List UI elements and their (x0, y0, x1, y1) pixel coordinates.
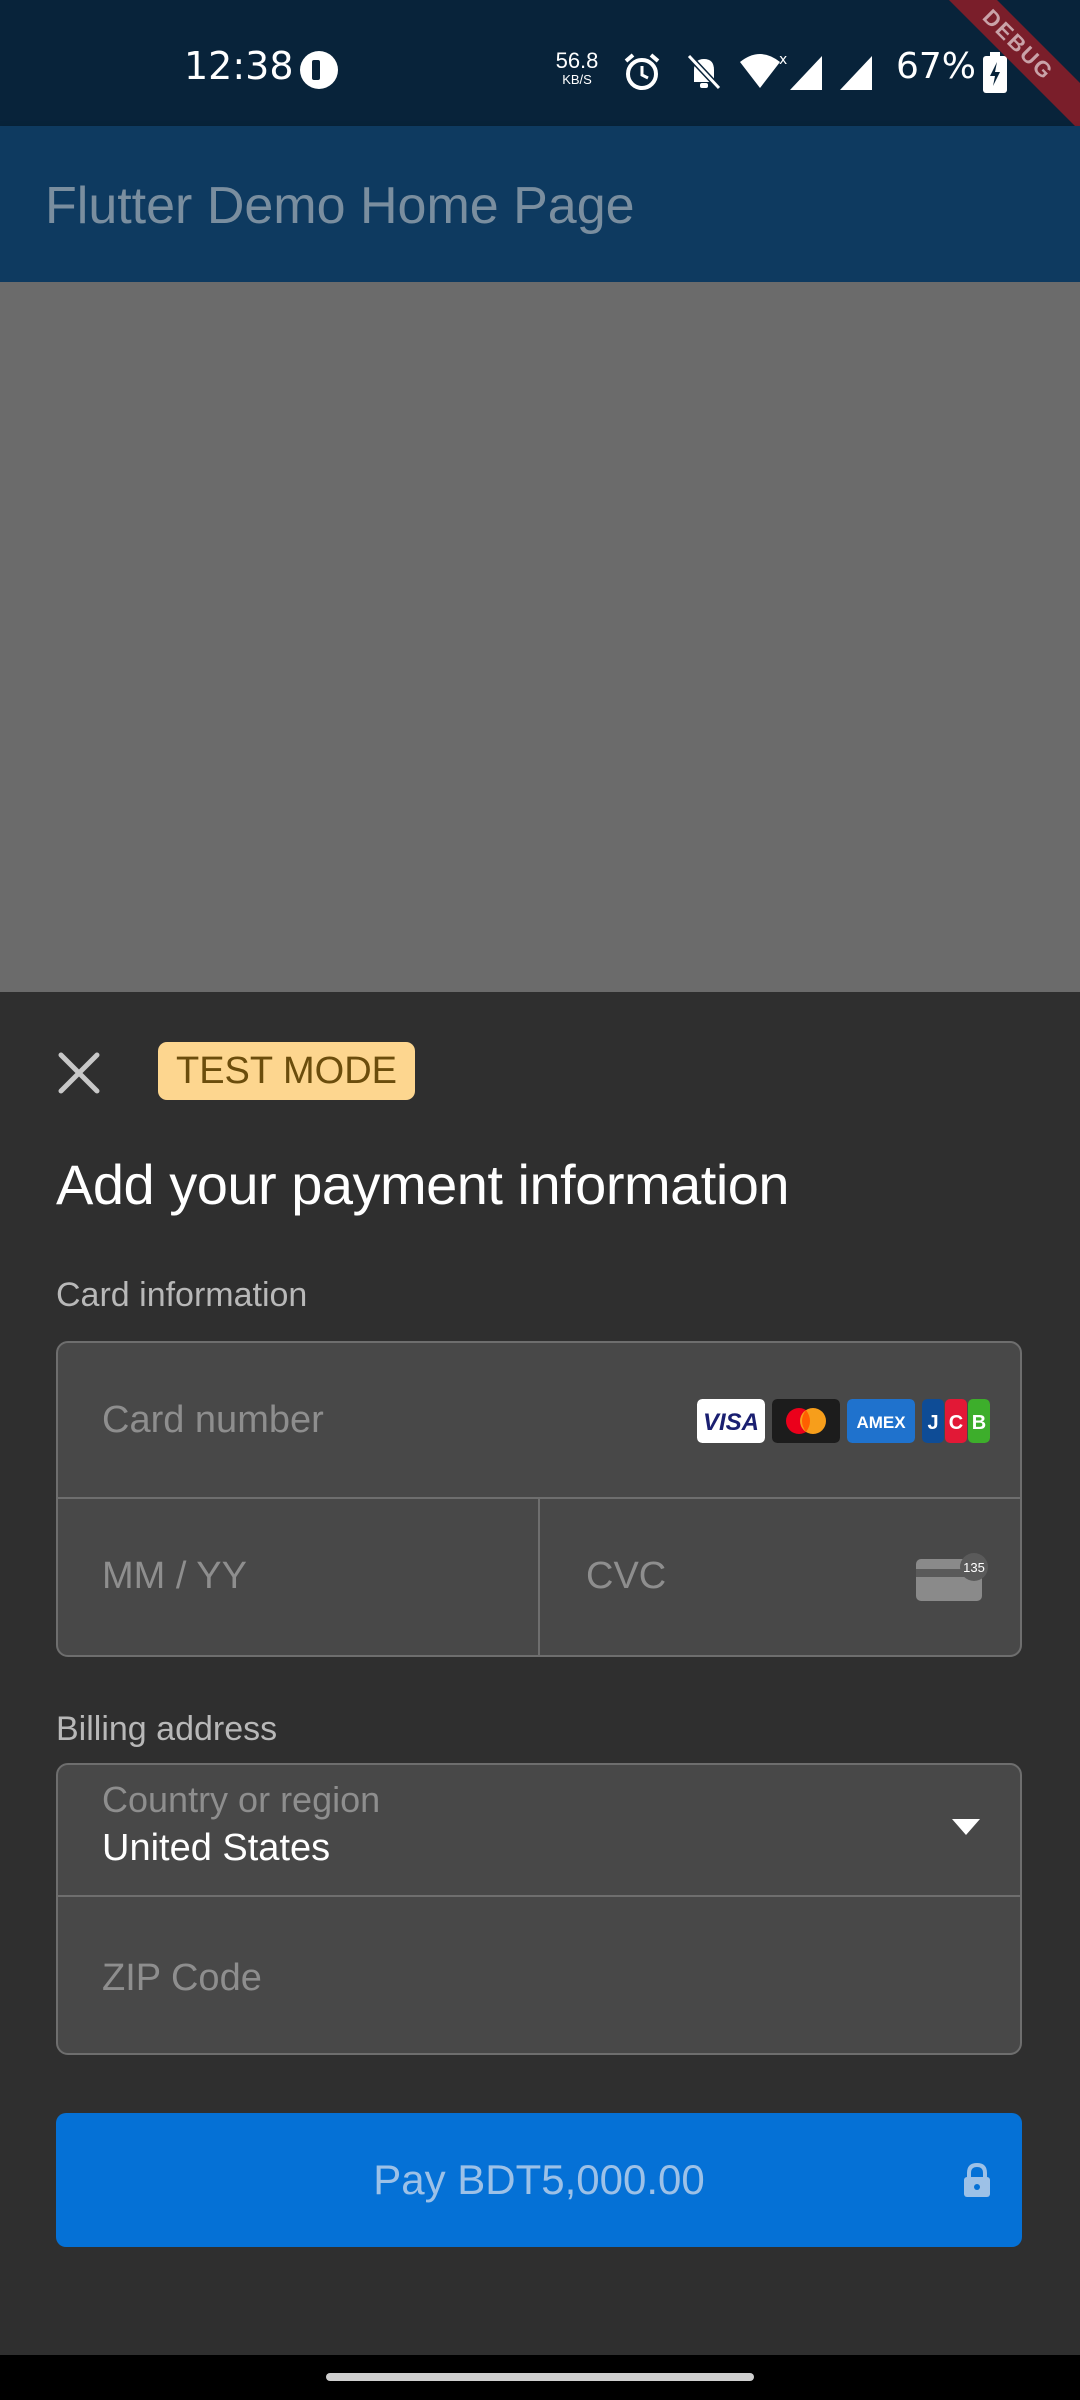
visa-icon: VISA (697, 1399, 765, 1443)
card-section-label: Card information (56, 1276, 308, 1314)
app-bar-title: Flutter Demo Home Page (45, 177, 635, 235)
svg-text:C: C (949, 1412, 963, 1434)
amex-icon: AMEX (847, 1399, 915, 1443)
svg-text:x: x (779, 52, 787, 68)
network-speed: 56.8 KB/S (552, 48, 602, 87)
app-notification-icon (300, 51, 338, 89)
visa-text: VISA (703, 1409, 759, 1436)
card-brands: VISA AMEX J C B (697, 1399, 990, 1443)
country-select[interactable]: Country or region United States (58, 1765, 1020, 1897)
battery-charging-icon (983, 52, 1007, 93)
alarm-icon (624, 53, 660, 90)
network-speed-unit: KB/S (562, 72, 592, 87)
country-label: Country or region (102, 1779, 381, 1820)
amex-text: AMEX (856, 1413, 906, 1432)
card-number-placeholder: Card number (102, 1399, 324, 1441)
cvc-field[interactable]: CVC 135 (540, 1499, 1020, 1655)
signal-icon (790, 56, 822, 90)
card-info-box: Card number VISA AMEX J C B MM / YY CVC … (56, 1341, 1022, 1657)
pay-button[interactable]: Pay BDT5,000.00 (56, 2113, 1022, 2247)
close-icon[interactable] (52, 1046, 106, 1100)
cvc-placeholder: CVC (586, 1555, 667, 1597)
billing-address-box: Country or region United States ZIP Code (56, 1763, 1022, 2055)
home-gesture-handle[interactable] (326, 2373, 754, 2381)
status-bar: 12:38 56.8 KB/S x 67% DEBUG (0, 0, 1080, 142)
status-time: 12:38 (184, 44, 294, 88)
battery-percent: 67% (896, 46, 977, 87)
zip-code-field[interactable]: ZIP Code (102, 1957, 262, 2000)
svg-text:J: J (927, 1412, 938, 1434)
svg-text:B: B (972, 1412, 986, 1434)
mastercard-icon (772, 1399, 840, 1443)
country-value: United States (102, 1827, 331, 1869)
wifi-icon: x (740, 52, 787, 88)
navigation-bar (0, 2355, 1080, 2400)
mute-icon (686, 53, 722, 91)
expiry-field[interactable]: MM / YY (58, 1499, 540, 1655)
cvc-card-icon: 135 (916, 1553, 988, 1601)
jcb-icon: J C B (922, 1399, 990, 1443)
scrim[interactable] (0, 282, 1080, 992)
sheet-title: Add your payment information (56, 1153, 790, 1216)
app-bar: Flutter Demo Home Page (0, 126, 1080, 282)
pay-button-label: Pay BDT5,000.00 (373, 2156, 705, 2203)
signal-icon (840, 56, 872, 90)
chevron-down-icon (952, 1819, 980, 1835)
test-mode-badge: TEST MODE (158, 1042, 415, 1100)
billing-section-label: Billing address (56, 1710, 278, 1748)
card-number-field[interactable]: Card number VISA AMEX J C B (58, 1343, 1020, 1499)
expiry-placeholder: MM / YY (102, 1555, 247, 1597)
lock-icon (964, 2163, 990, 2197)
network-speed-value: 56.8 (555, 48, 599, 73)
cvc-icon-text: 135 (963, 1560, 985, 1575)
